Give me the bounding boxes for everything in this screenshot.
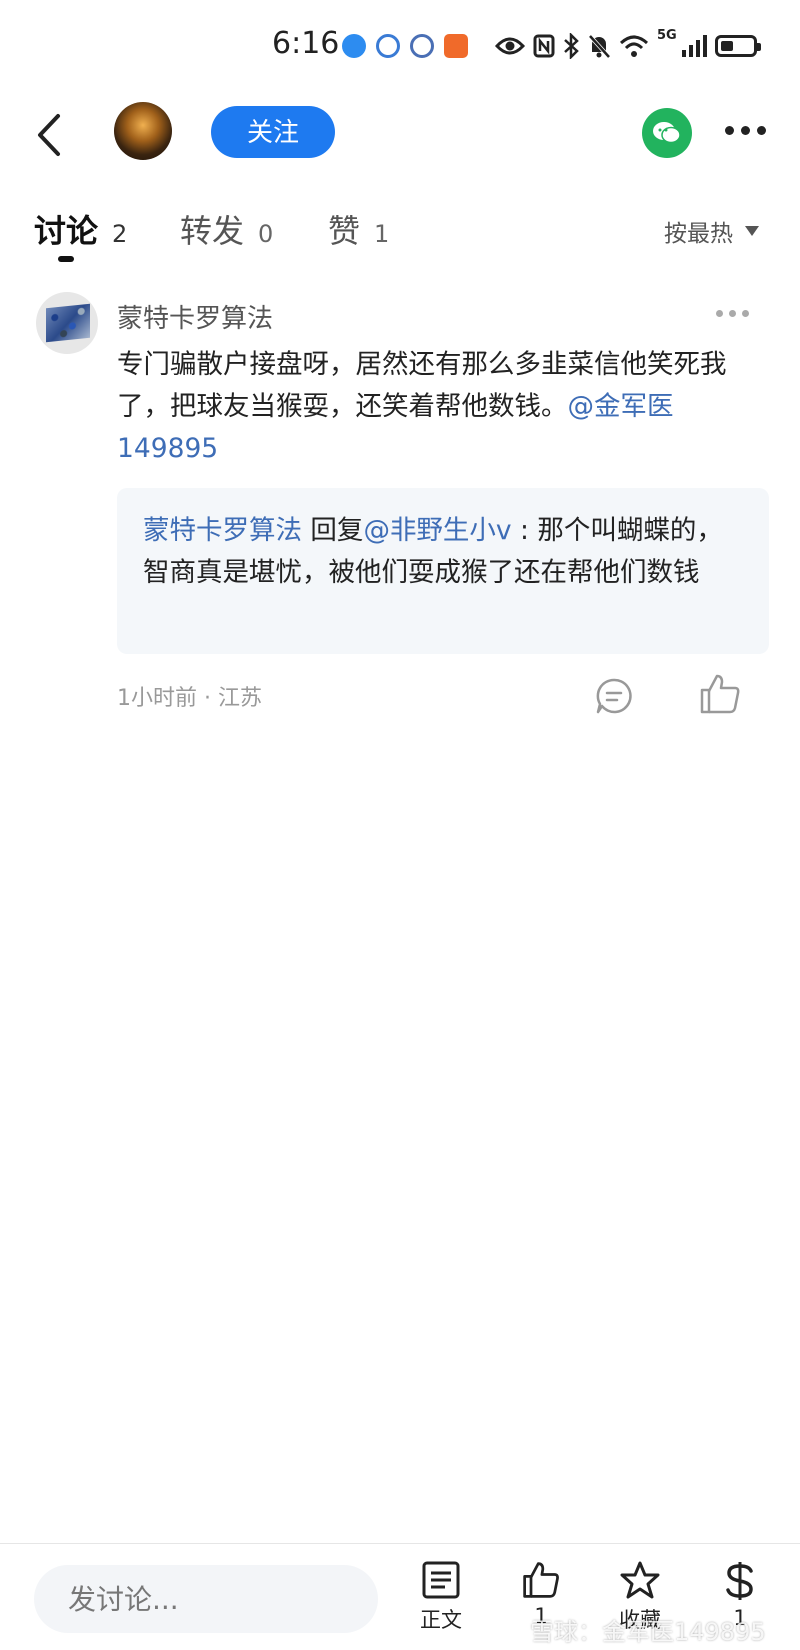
discussion-input[interactable]: [34, 1565, 378, 1633]
wechat-icon[interactable]: [642, 108, 692, 158]
reply-target-link[interactable]: @非野生小v: [363, 515, 511, 546]
comment-icon[interactable]: [594, 676, 634, 716]
battery-icon: [714, 35, 761, 57]
active-tab-indicator: [58, 256, 74, 262]
more-icon[interactable]: [725, 126, 766, 135]
mute-bell-icon: [588, 34, 611, 59]
comment-time: 1小时前: [117, 686, 197, 711]
nfc-icon: [533, 34, 555, 58]
tab-count: 1: [374, 220, 390, 248]
eye-icon: [495, 37, 525, 55]
user-avatar[interactable]: [114, 102, 172, 160]
dollar-icon: [726, 1562, 753, 1600]
sort-label: 按最热: [664, 221, 733, 247]
reply-author[interactable]: 蒙特卡罗算法: [143, 515, 302, 546]
bottom-divider: [0, 1543, 800, 1544]
reply-quote[interactable]: 蒙特卡罗算法 回复@非野生小v : 那个叫蝴蝶的，智商真是堪忧，被他们耍成猴了还…: [117, 488, 769, 654]
like-icon[interactable]: [698, 672, 742, 716]
bluetooth-icon: [564, 33, 579, 59]
app-notification-icon: [444, 34, 468, 58]
tab-count: 2: [112, 220, 128, 248]
caret-down-icon: [745, 226, 759, 236]
back-arrow-icon[interactable]: [30, 110, 70, 160]
star-icon: [620, 1561, 660, 1599]
tab-label: 讨论: [34, 212, 99, 250]
tab-label: 赞: [328, 212, 361, 250]
follow-button[interactable]: 关注: [211, 106, 335, 158]
tab-likes[interactable]: 赞 1: [328, 206, 389, 252]
watermark: 雪球：金军医149895: [530, 1618, 766, 1646]
comment-author[interactable]: 蒙特卡罗算法: [117, 298, 273, 335]
comment-location: 江苏: [217, 686, 262, 711]
tab-repost[interactable]: 转发 0: [180, 206, 273, 252]
tab-label: 转发: [180, 212, 245, 250]
sort-dropdown[interactable]: 按最热: [664, 214, 759, 248]
reply-word: 回复: [302, 515, 364, 546]
signal-icon: [681, 35, 707, 57]
comment-meta: 1小时前 · 江苏: [117, 680, 262, 712]
app-notification-icon: [410, 34, 434, 58]
notification-icons: [342, 28, 468, 64]
article-button[interactable]: 正文: [401, 1560, 481, 1634]
app-notification-icon: [342, 34, 366, 58]
thumbs-up-icon: [523, 1562, 559, 1598]
meta-separator: ·: [197, 686, 218, 711]
comment-text: 专门骗散户接盘呀，居然还有那么多韭菜信他笑死我了，把球友当猴耍，还笑着帮他数钱。…: [117, 344, 762, 470]
wifi-icon: [619, 35, 649, 57]
system-status-icons: 5G: [495, 28, 761, 64]
chat-notification-icon: [376, 34, 400, 58]
commenter-avatar[interactable]: [36, 292, 98, 354]
article-label: 正文: [420, 1608, 462, 1632]
tab-count: 0: [258, 220, 274, 248]
article-icon: [422, 1561, 460, 1599]
status-time: 6:16: [272, 26, 340, 61]
comment-more-icon[interactable]: [716, 310, 749, 317]
tab-discussion[interactable]: 讨论 2: [34, 206, 127, 252]
network-type: 5G: [657, 28, 677, 43]
